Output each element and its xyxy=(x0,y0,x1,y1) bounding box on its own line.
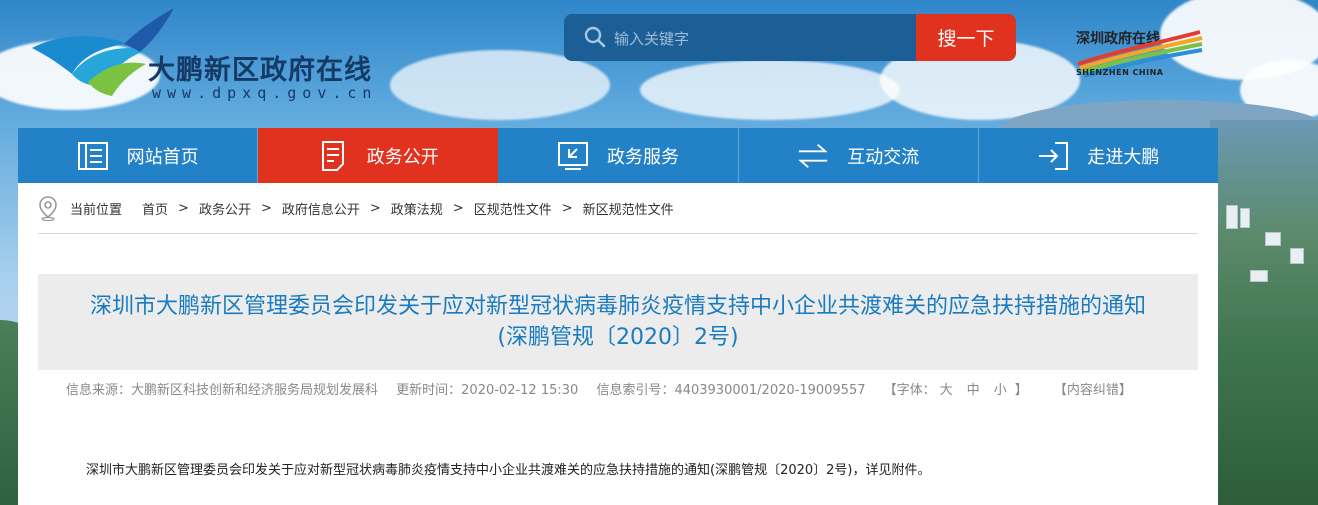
breadcrumb-separator: > xyxy=(260,200,272,216)
building xyxy=(1240,208,1250,228)
exchange-icon xyxy=(797,140,829,172)
breadcrumb: 当前位置 首页 > 政务公开 > 政府信息公开 > 政策法规 > 区规范性文件 … xyxy=(38,183,1198,234)
font-size-small-button[interactable]: 小 xyxy=(994,383,1007,398)
service-icon xyxy=(557,140,589,172)
building xyxy=(1290,248,1304,264)
info-source: 信息来源：大鹏新区科技创新和经济服务局规划发展科 xyxy=(66,383,379,398)
enter-icon xyxy=(1037,140,1069,172)
search-icon xyxy=(584,26,606,48)
home-icon xyxy=(77,140,109,172)
breadcrumb-link-new-district-docs[interactable]: 新区规范性文件 xyxy=(583,199,674,218)
nav-item-interaction[interactable]: 互动交流 xyxy=(739,128,979,183)
nav-item-gov-services[interactable]: 政务服务 xyxy=(498,128,739,183)
nav-item-about-dapeng[interactable]: 走进大鹏 xyxy=(979,128,1218,183)
font-size-medium-button[interactable]: 中 xyxy=(967,383,980,398)
building xyxy=(1250,270,1268,282)
breadcrumb-separator: > xyxy=(178,200,189,216)
content-error-report-link[interactable]: 【内容纠错】 xyxy=(1054,383,1132,398)
article-body: 深圳市大鹏新区管理委员会印发关于应对新型冠状病毒肺炎疫情支持中小企业共渡难关的应… xyxy=(86,463,931,478)
nav-item-gov-affairs[interactable]: 政务公开 xyxy=(258,128,499,183)
search-button[interactable]: 搜一下 xyxy=(916,14,1016,61)
breadcrumb-separator: > xyxy=(452,200,464,216)
search-bar: 搜一下 xyxy=(564,14,1016,61)
main-nav: 网站首页 政务公开 政务服务 互动交流 走进大鹏 xyxy=(18,128,1218,183)
nav-item-label: 政务服务 xyxy=(607,146,679,168)
font-size-suffix: 】 xyxy=(1014,383,1028,398)
nav-item-home[interactable]: 网站首页 xyxy=(18,128,259,183)
building xyxy=(1226,205,1238,229)
site-title: 大鹏新区政府在线 xyxy=(148,55,372,86)
breadcrumb-link-home[interactable]: 首页 xyxy=(142,199,168,218)
shenzhen-gov-logo[interactable]: 深圳政府在线 SHENZHEN CHINA xyxy=(1074,26,1206,82)
site-url: www.dpxq.gov.cn xyxy=(152,84,378,102)
font-size-large-button[interactable]: 大 xyxy=(940,383,953,398)
search-input[interactable] xyxy=(612,14,916,61)
breadcrumb-label: 当前位置 xyxy=(70,202,123,218)
font-size-prefix: 【字体： xyxy=(883,383,936,398)
nav-item-label: 走进大鹏 xyxy=(1087,146,1160,168)
nav-item-label: 互动交流 xyxy=(847,146,920,168)
shenzhen-china-text: SHENZHEN CHINA xyxy=(1076,68,1164,77)
breadcrumb-link-policy[interactable]: 政策法规 xyxy=(391,199,443,218)
right-landscape xyxy=(1210,120,1318,505)
breadcrumb-separator: > xyxy=(369,200,381,216)
font-size-control: 【字体： 大中小】 xyxy=(884,383,1050,398)
update-time: 更新时间：2020-02-12 15:30 xyxy=(396,383,579,398)
article-title: 深圳市大鹏新区管理委员会印发关于应对新型冠状病毒肺炎疫情支持中小企业共渡难关的应… xyxy=(38,274,1198,370)
document-icon xyxy=(317,140,349,172)
site-logo[interactable]: 大鹏新区政府在线 www.dpxq.gov.cn xyxy=(28,4,388,104)
breadcrumb-link-district-docs[interactable]: 区规范性文件 xyxy=(474,199,552,218)
breadcrumb-link-gov-info[interactable]: 政府信息公开 xyxy=(282,199,360,218)
cloud xyxy=(640,60,900,120)
index-number: 信息索引号：4403930001/2020-19009557 xyxy=(596,383,866,398)
building xyxy=(1265,232,1281,246)
article-title-line-2: (深鹏管规〔2020〕2号) xyxy=(497,325,739,350)
article-meta: 信息来源：大鹏新区科技创新和经济服务局规划发展科 更新时间：2020-02-12… xyxy=(66,379,1196,398)
breadcrumb-link-gov-affairs[interactable]: 政务公开 xyxy=(199,199,251,218)
location-pin-icon xyxy=(39,196,57,221)
breadcrumb-separator: > xyxy=(561,200,573,216)
nav-item-label: 网站首页 xyxy=(126,146,199,168)
article-title-line-1: 深圳市大鹏新区管理委员会印发关于应对新型冠状病毒肺炎疫情支持中小企业共渡难关的应… xyxy=(89,294,1146,319)
content-panel: 当前位置 首页 > 政务公开 > 政府信息公开 > 政策法规 > 区规范性文件 … xyxy=(18,183,1218,505)
nav-item-label: 政务公开 xyxy=(366,146,439,168)
